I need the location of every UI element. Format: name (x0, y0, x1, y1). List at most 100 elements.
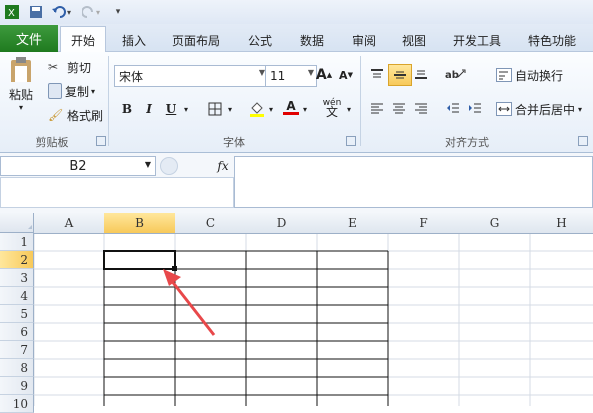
decrease-indent-icon (447, 103, 459, 113)
resize-handle[interactable] (160, 157, 178, 175)
divider (108, 56, 109, 146)
tab-page-layout[interactable]: 页面布局 (166, 30, 226, 50)
phonetic-button[interactable]: wén 文 (318, 98, 346, 119)
border-icon (208, 102, 222, 116)
row-header-4[interactable]: 4 (0, 287, 34, 305)
row-header-3[interactable]: 3 (0, 269, 34, 287)
quick-access-toolbar: X ▾ ▾ ▾ (0, 0, 593, 24)
shrink-font-icon: A (339, 68, 348, 82)
formula-input[interactable] (234, 156, 593, 208)
format-painter-button[interactable]: 🖌 格式刷 (48, 106, 103, 124)
align-top-button[interactable] (366, 64, 388, 84)
chevron-down-icon[interactable]: ▾ (266, 99, 276, 119)
tab-review[interactable]: 审阅 (346, 30, 382, 50)
name-box[interactable]: B2 ▼ (0, 156, 156, 176)
tab-insert[interactable]: 插入 (116, 30, 152, 50)
cut-button[interactable]: ✂ 剪切 (48, 58, 91, 76)
grid-lines (33, 232, 593, 406)
svg-text:ab: ab (445, 70, 459, 81)
alignment-launcher-icon[interactable] (578, 136, 588, 146)
cut-label: 剪切 (67, 60, 92, 75)
align-top-icon (371, 69, 383, 78)
format-painter-label: 格式刷 (67, 108, 104, 123)
font-color-icon: A (286, 98, 296, 113)
column-header-d[interactable]: D (246, 213, 318, 234)
tab-view[interactable]: 视图 (396, 30, 432, 50)
chevron-down-icon[interactable]: ▾ (300, 99, 310, 119)
tab-home[interactable]: 开始 (60, 26, 106, 53)
paste-icon (11, 57, 31, 82)
tab-special[interactable]: 特色功能 (522, 30, 582, 50)
increase-indent-icon (469, 103, 481, 113)
align-left-button[interactable] (366, 98, 388, 118)
worksheet-grid[interactable] (0, 213, 593, 406)
chevron-down-icon[interactable]: ▾ (180, 99, 192, 119)
undo-icon[interactable]: ▾ (50, 3, 72, 21)
column-header-b[interactable]: B (104, 213, 176, 234)
underline-button[interactable]: U (160, 99, 182, 119)
merge-center-button[interactable]: 合并后居中 ▾ (496, 100, 582, 118)
align-bottom-button[interactable] (410, 64, 432, 84)
italic-button[interactable]: I (138, 99, 160, 119)
row-header-9[interactable]: 9 (0, 377, 34, 395)
font-size-combo[interactable]: 11 ▼ (265, 65, 317, 87)
row-header-7[interactable]: 7 (0, 341, 34, 359)
font-color-button[interactable]: A (280, 97, 302, 117)
bold-button[interactable]: B (116, 99, 138, 119)
wrap-text-label: 自动换行 (515, 68, 564, 83)
row-header-2[interactable]: 2 (0, 251, 34, 269)
alignment-group-label: 对齐方式 (445, 136, 489, 149)
tab-file[interactable]: 文件 (0, 25, 58, 52)
redo-icon[interactable]: ▾ (80, 3, 102, 21)
excel-icon[interactable]: X (3, 3, 21, 21)
align-middle-button[interactable] (388, 64, 412, 86)
align-right-button[interactable] (410, 98, 432, 118)
column-header-e[interactable]: E (317, 213, 389, 234)
clipboard-launcher-icon[interactable] (96, 136, 106, 146)
brush-icon: 🖌 (48, 108, 64, 122)
borders-button[interactable] (204, 99, 226, 119)
paste-button[interactable]: 粘贴 ▾ (6, 56, 36, 112)
font-size-value: 11 (270, 69, 286, 83)
grow-font-button[interactable]: A ▲ (313, 65, 335, 85)
name-box-value: B2 (69, 158, 87, 174)
column-header-c[interactable]: C (175, 213, 247, 234)
column-header-a[interactable]: A (34, 213, 105, 234)
row-header-5[interactable]: 5 (0, 305, 34, 323)
orientation-icon: ab (445, 69, 466, 81)
tab-formulas[interactable]: 公式 (242, 30, 278, 50)
chevron-down-icon[interactable]: ▾ (344, 99, 354, 119)
align-center-button[interactable] (388, 98, 410, 118)
font-name-value: 宋体 (119, 69, 144, 84)
fill-color-button[interactable] (246, 99, 268, 119)
orientation-button[interactable]: ab (442, 64, 468, 84)
font-name-combo[interactable]: 宋体 ▼ (114, 65, 268, 87)
select-all-corner[interactable] (0, 213, 34, 233)
grow-font-icon: A (315, 67, 327, 83)
shrink-font-button[interactable]: A ▼ (335, 65, 357, 85)
column-header-g[interactable]: G (459, 213, 531, 234)
row-header-10[interactable]: 10 (0, 395, 34, 413)
column-header-h[interactable]: H (530, 213, 593, 234)
tab-developer[interactable]: 开发工具 (447, 30, 507, 50)
formula-bar-left-panel (0, 177, 234, 208)
tab-data[interactable]: 数据 (294, 30, 330, 50)
customize-icon[interactable]: ▾ (112, 3, 124, 21)
insert-function-button[interactable]: fx (212, 156, 234, 176)
merge-center-icon (496, 102, 512, 116)
paste-label: 粘贴 (8, 88, 33, 102)
increase-indent-button[interactable] (464, 98, 486, 118)
svg-text:X: X (8, 8, 15, 19)
fx-icon: fx (217, 159, 229, 173)
row-header-8[interactable]: 8 (0, 359, 34, 377)
save-icon[interactable] (27, 3, 45, 21)
row-header-1[interactable]: 1 (0, 233, 34, 251)
wrap-text-button[interactable]: 自动换行 (496, 66, 563, 84)
font-launcher-icon[interactable] (346, 136, 356, 146)
decrease-indent-button[interactable] (442, 98, 464, 118)
copy-button[interactable]: 复制 ▾ (48, 82, 95, 100)
chevron-down-icon[interactable]: ▾ (225, 99, 235, 119)
row-header-6[interactable]: 6 (0, 323, 34, 341)
align-center-icon (393, 103, 405, 114)
column-header-f[interactable]: F (388, 213, 460, 234)
